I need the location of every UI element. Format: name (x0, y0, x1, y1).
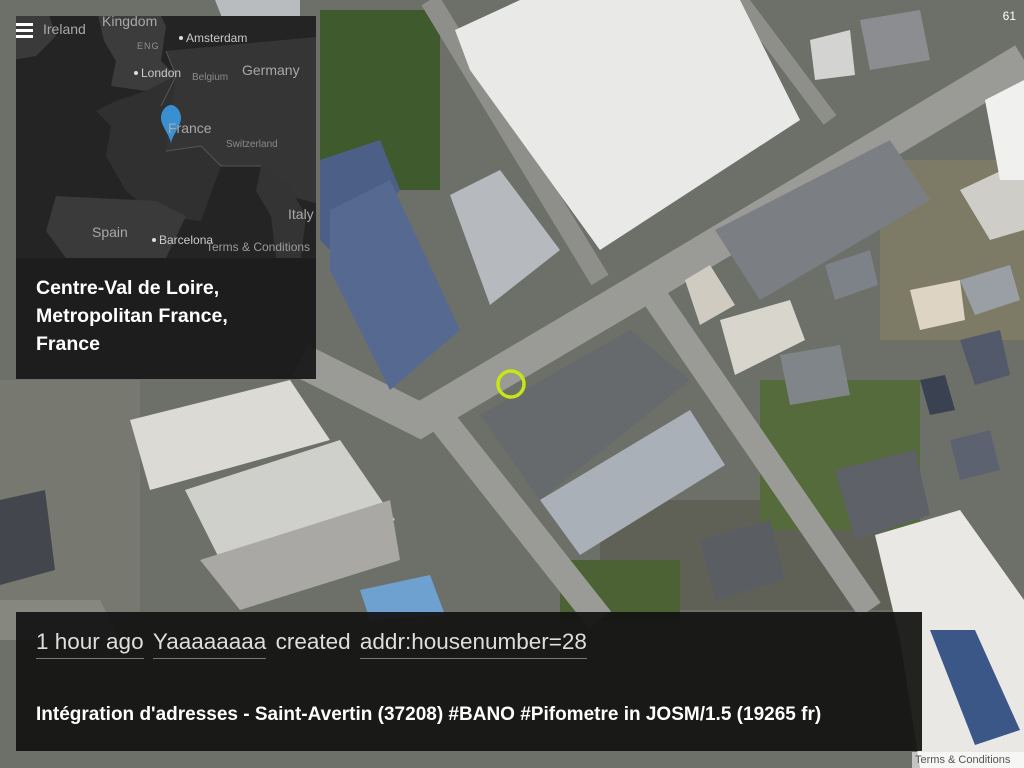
edit-counter: 61 (1002, 9, 1016, 23)
label-belgium: Belgium (192, 72, 229, 83)
label-barcelona: Barcelona (152, 233, 213, 247)
label-switzerland: Switzerland (226, 139, 278, 150)
region-name: Centre-Val de Loire, Metropolitan France… (36, 277, 228, 355)
edit-user-link[interactable]: Yaaaaaaaa (152, 629, 267, 659)
label-london: London (134, 66, 181, 80)
label-kingdom: Kingdom (102, 13, 158, 29)
overview-map[interactable] (16, 16, 316, 258)
label-italy: Italy (288, 206, 314, 222)
edit-info-panel: 1 hour ago Yaaaaaaaa created addr:housen… (16, 612, 922, 751)
edit-summary: 1 hour ago Yaaaaaaaa created addr:housen… (36, 629, 590, 659)
label-amsterdam: Amsterdam (179, 31, 247, 45)
label-spain: Spain (92, 224, 128, 240)
terms-link[interactable]: Terms & Conditions (206, 240, 310, 254)
label-ireland: Ireland (43, 21, 86, 37)
changeset-comment: Intégration d'adresses - Saint-Avertin (… (36, 704, 822, 725)
label-france: France (168, 120, 212, 136)
edit-time-link[interactable]: 1 hour ago (36, 629, 144, 659)
overview-panel: Ireland Kingdom ENG London Amsterdam Bel… (16, 13, 316, 379)
label-germany: Germany (242, 62, 300, 78)
edit-tag-link[interactable]: addr:housenumber=28 (359, 629, 587, 659)
terms-link-bottom[interactable]: Terms & Conditions (912, 752, 1024, 768)
edit-action: created (275, 629, 351, 654)
hamburger-menu-icon[interactable] (16, 20, 36, 38)
label-eng: ENG (137, 41, 160, 51)
